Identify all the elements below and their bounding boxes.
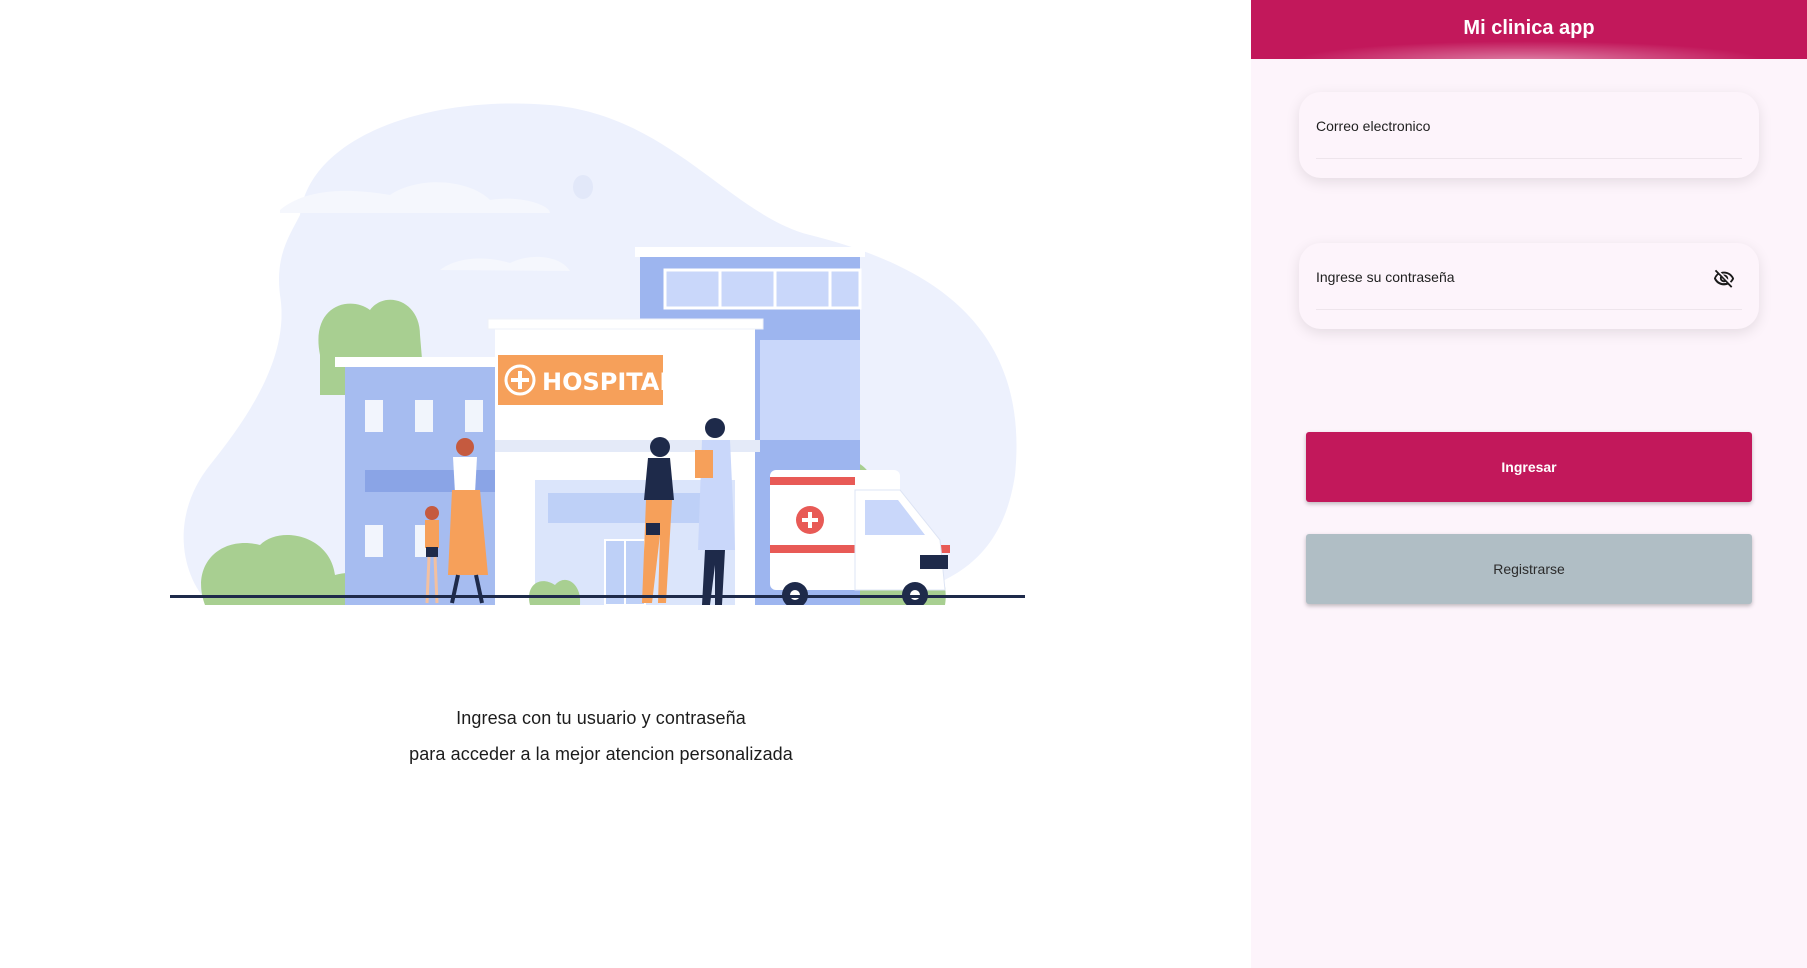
email-field[interactable]: Correo electronico	[1299, 92, 1759, 178]
ground-line	[170, 595, 1025, 598]
login-panel: Mi clinica app Correo electronico Ingres…	[1251, 0, 1807, 968]
email-underline	[1316, 158, 1742, 159]
password-field[interactable]: Ingrese su contraseña	[1299, 243, 1759, 329]
moon	[573, 175, 593, 199]
welcome-message: Ingresa con tu usuario y contraseña para…	[0, 700, 1202, 772]
password-label: Ingrese su contraseña	[1316, 269, 1455, 285]
welcome-line-2: para acceder a la mejor atencion persona…	[409, 744, 793, 764]
hospital-illustration: HOSPITAL	[170, 103, 1025, 605]
login-page: HOSPITAL Ingresa con tu usuario y contra…	[0, 0, 1807, 968]
hospital-sign-text: HOSPITAL	[542, 368, 675, 396]
app-bar: Mi clinica app	[1251, 0, 1807, 59]
register-button[interactable]: Registrarse	[1306, 534, 1752, 604]
password-underline	[1316, 309, 1742, 310]
login-button[interactable]: Ingresar	[1306, 432, 1752, 502]
email-label: Correo electronico	[1316, 118, 1431, 134]
welcome-line-1: Ingresa con tu usuario y contraseña	[456, 708, 746, 728]
password-input[interactable]	[1316, 287, 1716, 307]
eye-off-icon[interactable]	[1713, 268, 1735, 290]
app-title: Mi clinica app	[1463, 17, 1595, 39]
welcome-panel: HOSPITAL Ingresa con tu usuario y contra…	[0, 0, 1251, 968]
email-input[interactable]	[1316, 136, 1716, 156]
